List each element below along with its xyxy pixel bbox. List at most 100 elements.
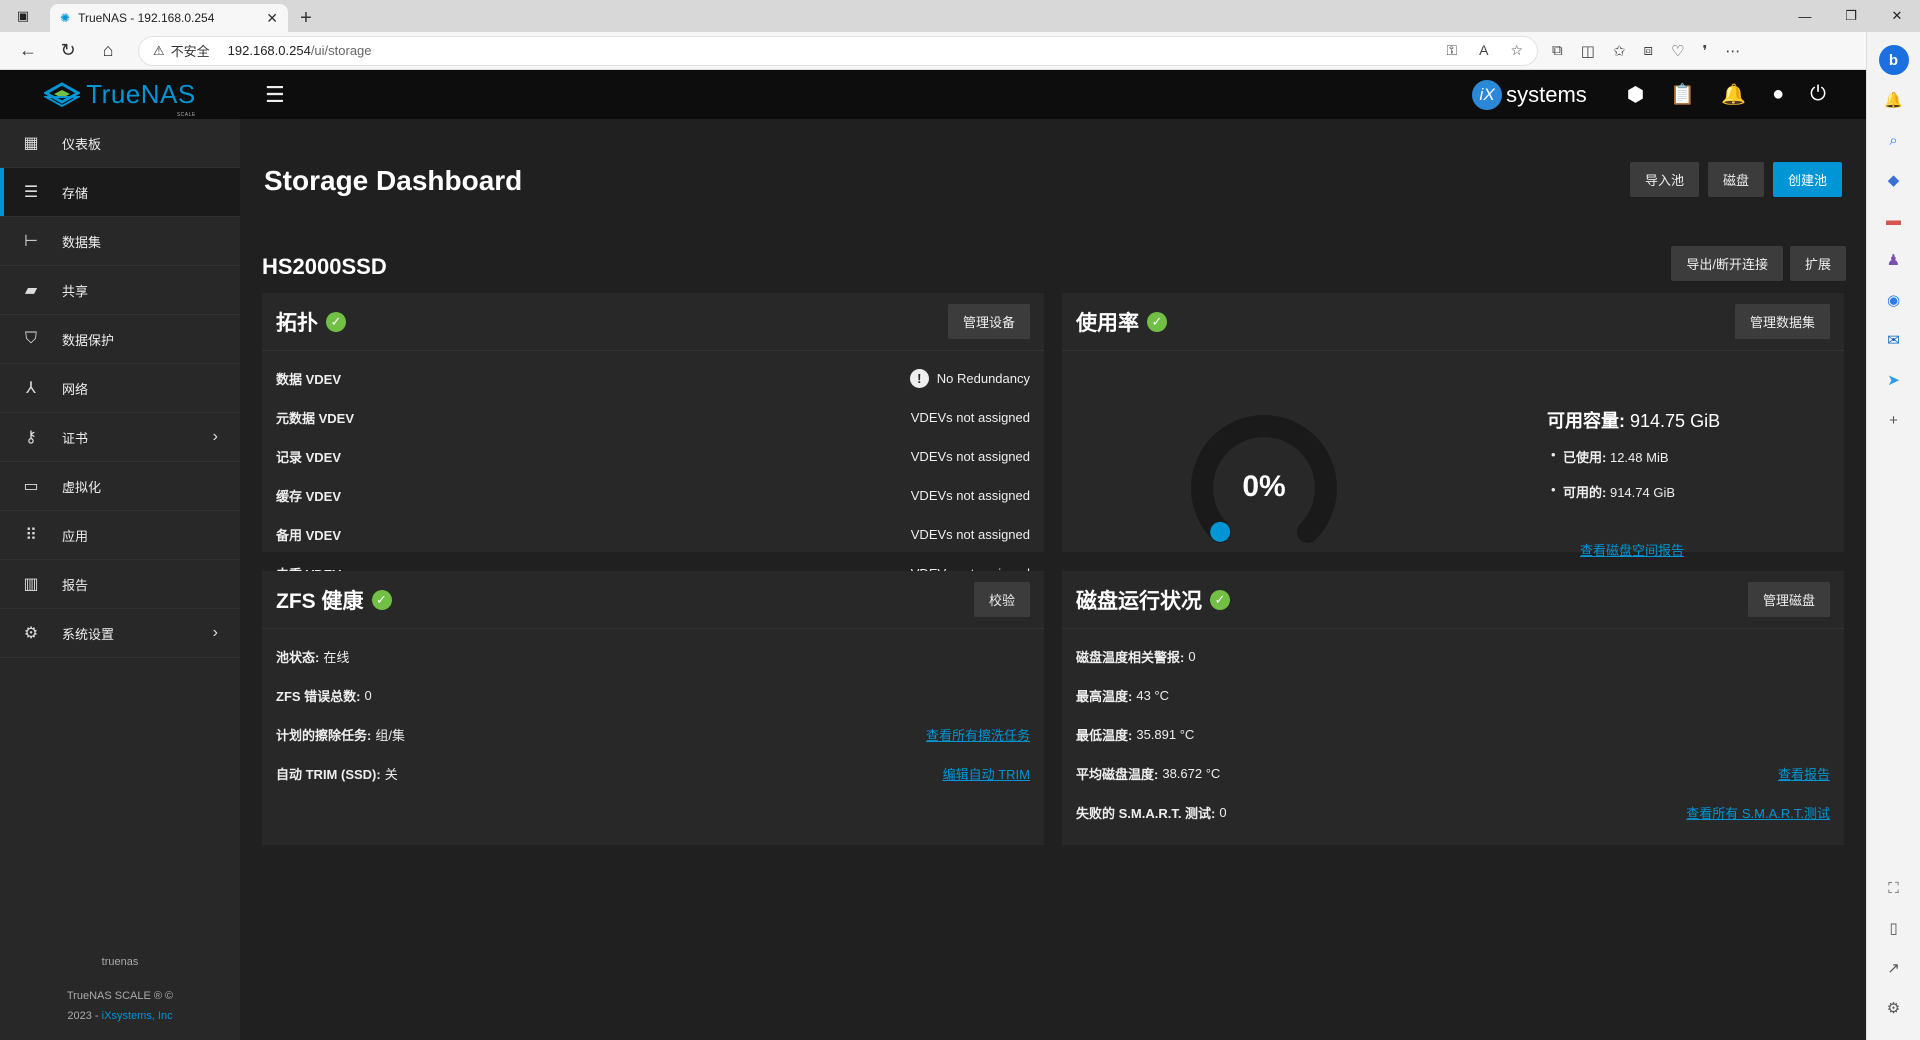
sidebar-item-label: 数据集 [62, 234, 102, 250]
sidebar-item-virtualization[interactable]: ▭ 虚拟化 [0, 462, 240, 511]
favorite-star-icon[interactable]: ☆ [1510, 42, 1523, 59]
sidebar-item-data-protection[interactable]: ⛉ 数据保护 [0, 315, 240, 364]
sidebar-item-apps[interactable]: ⠿ 应用 [0, 511, 240, 560]
new-tab-icon[interactable]: + [288, 4, 324, 32]
used-value: 12.48 MiB [1609, 450, 1669, 465]
bing-icon[interactable]: b [1878, 45, 1909, 75]
used-label: 已使用: [1563, 450, 1607, 465]
sidebar-item-datasets[interactable]: ⊢ 数据集 [0, 217, 240, 266]
datasets-icon: ⊢ [24, 233, 38, 250]
topology-row: 数据 VDEV ! No Redundancy [276, 359, 1030, 398]
create-pool-button[interactable]: 创建池 [1772, 162, 1842, 197]
topology-row: 备用 VDEV VDEVs not assigned [276, 515, 1030, 554]
sidebar-item-reports[interactable]: ▥ 报告 [0, 560, 240, 609]
minimize-icon[interactable]: — [1782, 0, 1828, 32]
back-icon[interactable]: ← [8, 35, 48, 67]
collections-icon[interactable]: ⧈ [1643, 42, 1653, 60]
restore-icon[interactable]: ❐ [1828, 0, 1874, 32]
laptop-icon: ▭ [23, 478, 39, 495]
expand-button[interactable]: 扩展 [1789, 246, 1846, 281]
smart-tests-label: 失败的 S.M.A.R.T. 测试: [1076, 806, 1216, 821]
manage-datasets-button[interactable]: 管理数据集 [1734, 304, 1830, 339]
menu-icon[interactable]: ☰ [265, 82, 285, 108]
notification-icon[interactable]: 🔔 [1879, 85, 1909, 115]
scrub-button[interactable]: 校验 [973, 582, 1030, 617]
view-scrub-tasks-link[interactable]: 查看所有擦洗任务 [926, 725, 1030, 744]
settings-icon[interactable]: ⚙ [1879, 993, 1909, 1023]
ixsystems-link[interactable]: iXsystems, Inc [102, 1010, 173, 1022]
manage-disks-button[interactable]: 管理磁盘 [1747, 582, 1830, 617]
sidebar-item-storage[interactable]: ☰ 存储 [0, 168, 240, 217]
favorites-icon[interactable]: ✩ [1613, 42, 1626, 60]
split-screen-icon[interactable]: ◫ [1581, 42, 1595, 60]
search-icon[interactable]: ⌕ [1879, 125, 1909, 155]
extensions-icon[interactable]: ⧉ [1552, 42, 1563, 60]
topology-row: 元数据 VDEV VDEVs not assigned [276, 398, 1030, 437]
drop-icon[interactable]: ➤ [1879, 365, 1909, 395]
row-label: 记录 VDEV [276, 450, 342, 465]
sidebar-item-dashboard[interactable]: ▦ 仪表板 [0, 119, 240, 168]
sidebar-item-label: 网络 [62, 381, 89, 397]
games-icon[interactable]: ♟ [1879, 245, 1909, 275]
edit-auto-trim-link[interactable]: 编辑自动 TRIM [943, 764, 1030, 783]
password-key-icon[interactable]: ⚿ [1446, 42, 1457, 59]
export-disconnect-button[interactable]: 导出/断开连接 [1671, 246, 1783, 281]
sidebar-item-shares[interactable]: ▰ 共享 [0, 266, 240, 315]
view-smart-tests-link[interactable]: 查看所有 S.M.A.R.T.测试 [1686, 803, 1830, 822]
alerts-bell-icon[interactable]: 🔔 [1721, 82, 1746, 107]
address-bar[interactable]: ⚠ 不安全 192.168.0.254/ui/storage ⚿ A ☆ [138, 35, 1538, 66]
read-aloud-icon[interactable]: A [1479, 42, 1488, 59]
pool-status-label: 池状态: [276, 650, 320, 665]
import-pool-button[interactable]: 导入池 [1629, 162, 1699, 197]
add-icon[interactable]: + [1879, 405, 1909, 435]
tab-close-icon[interactable]: ✕ [266, 10, 278, 27]
usage-card: 使用率 ✓ 管理数据集 0% 可用容量: 914.75 GiB 已使用: 12.… [1062, 293, 1844, 558]
disk-space-report-link[interactable]: 查看磁盘空间报告 [1580, 540, 1684, 559]
office-icon[interactable]: ◉ [1879, 285, 1909, 315]
browser-tab[interactable]: ✺ TrueNAS - 192.168.0.254 ✕ [50, 4, 288, 32]
available-value: 914.74 GiB [1609, 485, 1676, 500]
brand-sub: SCALE [176, 112, 196, 118]
sidebar-toggle-icon[interactable]: ▯ [1879, 913, 1909, 943]
zfs-row: 自动 TRIM (SSD): 关 编辑自动 TRIM [276, 754, 1030, 793]
toolbox-icon[interactable]: ▬ [1879, 205, 1909, 235]
truenas-app: TrueNAS SCALE ☰ iX systems ⬢ 📋 🔔 ● ⏻ ▦ 仪表板… [0, 70, 1866, 1040]
sidebar-item-label: 数据保护 [62, 332, 115, 348]
copilot-icon[interactable]: ❜ [1702, 42, 1707, 60]
zfs-row: ZFS 错误总数: 0 [276, 676, 1030, 715]
more-menu-icon[interactable]: ⋯ [1725, 42, 1740, 60]
pool-name: HS2000SSD [262, 254, 387, 279]
chart-icon: ▥ [23, 576, 39, 593]
screenshot-icon[interactable]: ⛶ [1879, 873, 1909, 903]
url-text[interactable]: 192.168.0.254/ui/storage [228, 43, 1447, 58]
usable-value: 914.75 GiB [1630, 411, 1721, 431]
insecure-label[interactable]: 不安全 [171, 41, 210, 60]
truenas-logo[interactable]: TrueNAS SCALE [0, 79, 240, 118]
tag-icon[interactable]: ◆ [1879, 165, 1909, 195]
sidebar-item-system-settings[interactable]: ⚙ 系统设置 › [0, 609, 240, 658]
manage-devices-button[interactable]: 管理设备 [947, 304, 1030, 339]
jobs-clipboard-icon[interactable]: 📋 [1670, 82, 1695, 107]
outlook-icon[interactable]: ✉ [1879, 325, 1909, 355]
disk-health-row: 磁盘温度相关警报: 0 [1076, 637, 1830, 676]
power-icon[interactable]: ⏻ [1810, 83, 1826, 106]
disk-health-row: 最高温度: 43 °C [1076, 676, 1830, 715]
truecommand-icon[interactable]: ⬢ [1627, 82, 1644, 107]
ixsystems-logo[interactable]: iX systems [1472, 79, 1587, 110]
view-reports-link[interactable]: 查看报告 [1778, 764, 1830, 783]
browser-essentials-icon[interactable]: ♡ [1671, 42, 1684, 60]
close-window-icon[interactable]: ✕ [1874, 0, 1920, 32]
temp-alerts-value: 0 [1188, 649, 1196, 664]
external-link-icon[interactable]: ↗ [1879, 953, 1909, 983]
account-icon[interactable]: ● [1772, 83, 1784, 106]
sidebar-item-certificates[interactable]: ⚷ 证书 › [0, 413, 240, 462]
home-icon[interactable]: ⌂ [88, 35, 128, 67]
hostname: truenas [101, 956, 139, 968]
refresh-icon[interactable]: ↻ [48, 35, 88, 67]
tab-actions-icon[interactable]: ▣ [0, 0, 46, 32]
url-path: /ui/storage [310, 43, 372, 58]
check-circle-icon: ✓ [1147, 311, 1167, 332]
disks-button[interactable]: 磁盘 [1707, 162, 1764, 197]
warning-icon[interactable]: ⚠ [153, 43, 165, 59]
sidebar-item-network[interactable]: ⅄ 网络 [0, 364, 240, 413]
